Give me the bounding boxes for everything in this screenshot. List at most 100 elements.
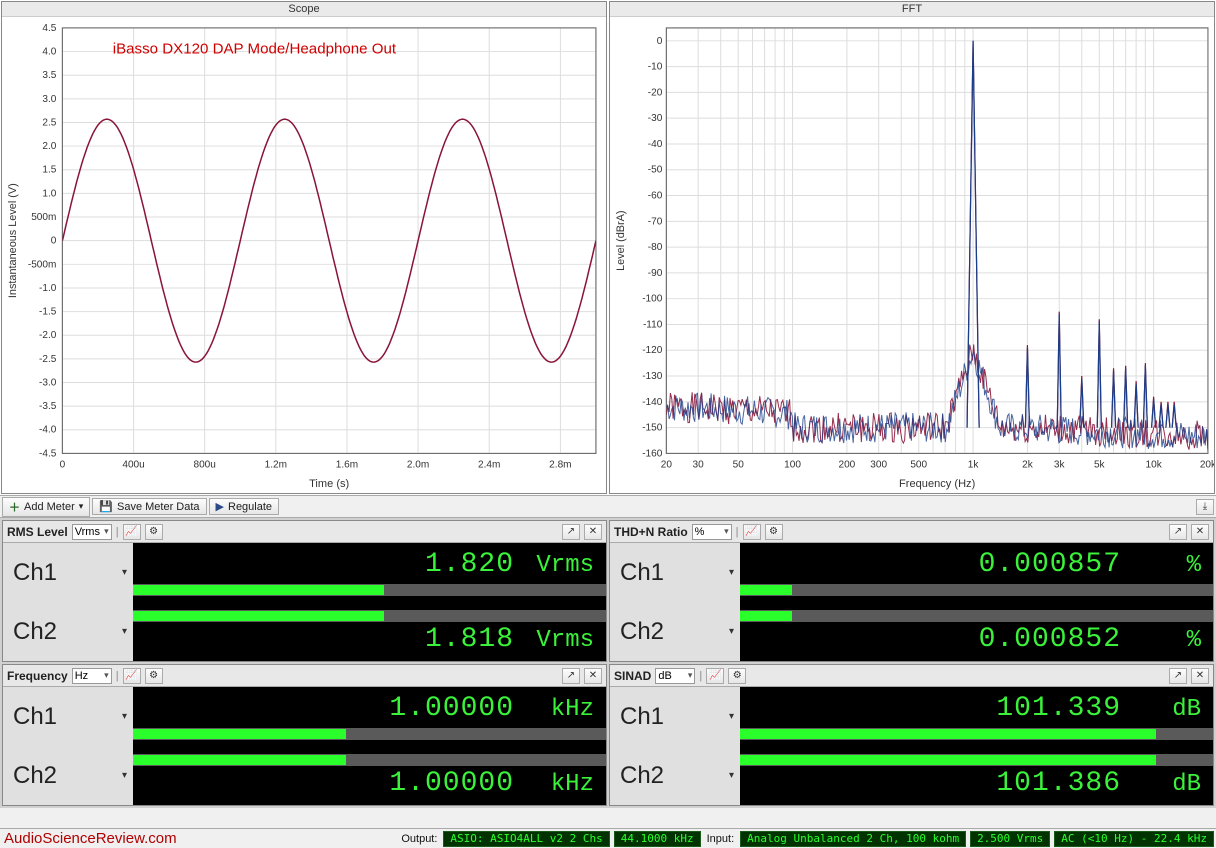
separator-icon: | <box>116 526 119 538</box>
input-level[interactable]: 2.500 Vrms <box>970 831 1050 847</box>
separator-icon: | <box>116 670 119 682</box>
chevron-down-icon[interactable]: ▾ <box>122 711 127 722</box>
level-bar <box>740 584 1213 596</box>
readout-unit: dB <box>1137 771 1201 798</box>
unit-select[interactable]: % <box>692 524 732 540</box>
graph-icon[interactable]: 📈 <box>706 668 724 684</box>
chevron-down-icon[interactable]: ▾ <box>729 626 734 637</box>
svg-text:-70: -70 <box>648 216 663 227</box>
output-rate[interactable]: 44.1000 kHz <box>614 831 701 847</box>
status-bar: AudioScienceReview.com Output: ASIO: ASI… <box>0 828 1216 848</box>
channel-label: Ch2▾ <box>3 746 133 805</box>
readout-value: 1.818 <box>425 624 514 655</box>
svg-text:20k: 20k <box>1200 459 1214 470</box>
svg-text:200: 200 <box>839 459 856 470</box>
graph-icon[interactable]: 📈 <box>743 524 761 540</box>
scope-chart[interactable]: -4.5-4.0-3.5-3.0-2.5-2.0-1.5-1.0-500m050… <box>2 20 606 493</box>
svg-text:3k: 3k <box>1054 459 1065 470</box>
svg-text:-1.0: -1.0 <box>39 283 57 294</box>
unit-select[interactable]: dB <box>655 668 695 684</box>
regulate-button[interactable]: ▶Regulate <box>209 498 280 515</box>
frequency-meter: Frequency Hz | 📈 ⚙ ↗ ✕ Ch1▾ 1.00000kHz C… <box>2 664 607 806</box>
chevron-down-icon[interactable]: ▾ <box>122 770 127 781</box>
popout-icon[interactable]: ↗ <box>1169 668 1187 684</box>
input-device[interactable]: Analog Unbalanced 2 Ch, 100 kohm <box>740 831 966 847</box>
output-device[interactable]: ASIO: ASIO4ALL v2 2 Chs <box>443 831 609 847</box>
fft-title: FFT <box>610 2 1214 17</box>
svg-text:-60: -60 <box>648 191 663 202</box>
svg-text:-3.5: -3.5 <box>39 401 57 412</box>
svg-text:-130: -130 <box>642 371 663 382</box>
save-icon: 💾 <box>99 500 113 513</box>
svg-text:Frequency (Hz): Frequency (Hz) <box>899 478 975 490</box>
svg-text:-150: -150 <box>642 423 663 434</box>
svg-text:-90: -90 <box>648 268 663 279</box>
close-icon[interactable]: ✕ <box>584 524 602 540</box>
meter-toolbar: ＋Add Meter ▾ 💾Save Meter Data ▶Regulate … <box>0 496 1216 518</box>
plus-icon: ＋ <box>9 499 20 515</box>
annotation-text: iBasso DX120 DAP Mode/Headphone Out <box>113 41 397 58</box>
gear-icon[interactable]: ⚙ <box>145 668 163 684</box>
chevron-down-icon[interactable]: ▾ <box>122 626 127 637</box>
close-icon[interactable]: ✕ <box>584 668 602 684</box>
separator-icon: | <box>736 526 739 538</box>
svg-text:2.0: 2.0 <box>42 141 56 152</box>
channel-label: Ch2▾ <box>610 602 740 661</box>
readout-value: 1.820 <box>425 549 514 580</box>
chevron-down-icon[interactable]: ▾ <box>122 567 127 578</box>
svg-text:300: 300 <box>870 459 887 470</box>
chevron-down-icon[interactable]: ▾ <box>729 770 734 781</box>
unit-select[interactable]: Hz <box>72 668 112 684</box>
svg-text:3.0: 3.0 <box>42 94 56 105</box>
readout-value: 101.386 <box>996 768 1121 799</box>
gear-icon[interactable]: ⚙ <box>765 524 783 540</box>
gear-icon[interactable]: ⚙ <box>728 668 746 684</box>
svg-text:Level (dBrA): Level (dBrA) <box>615 210 627 270</box>
separator-icon: | <box>699 670 702 682</box>
popout-icon[interactable]: ↗ <box>562 524 580 540</box>
svg-text:-2.0: -2.0 <box>39 330 57 341</box>
readout-value: 0.000852 <box>979 624 1121 655</box>
unit-select[interactable]: Vrms <box>72 524 112 540</box>
input-coupling[interactable]: AC (<10 Hz) - 22.4 kHz <box>1054 831 1214 847</box>
readout-unit: % <box>1137 627 1201 654</box>
svg-text:1k: 1k <box>968 459 979 470</box>
save-meter-data-button[interactable]: 💾Save Meter Data <box>92 498 206 515</box>
svg-text:0: 0 <box>60 459 66 470</box>
level-bar <box>740 610 1213 622</box>
svg-text:-80: -80 <box>648 242 663 253</box>
channel-label: Ch1▾ <box>610 543 740 602</box>
svg-text:500m: 500m <box>31 212 56 223</box>
svg-text:500: 500 <box>910 459 927 470</box>
svg-text:-20: -20 <box>648 87 663 98</box>
chevron-down-icon[interactable]: ▾ <box>729 567 734 578</box>
add-meter-button[interactable]: ＋Add Meter ▾ <box>2 497 90 517</box>
svg-text:Instantaneous Level (V): Instantaneous Level (V) <box>7 183 19 298</box>
sinad-meter: SINAD dB | 📈 ⚙ ↗ ✕ Ch1▾ 101.339dB Ch2▾ 1 <box>609 664 1214 806</box>
fft-chart[interactable]: -160-150-140-130-120-110-100-90-80-70-60… <box>610 20 1214 493</box>
close-icon[interactable]: ✕ <box>1191 668 1209 684</box>
rms-level-meter: RMS Level Vrms | 📈 ⚙ ↗ ✕ Ch1▾ 1.820Vrms … <box>2 520 607 662</box>
gear-icon[interactable]: ⚙ <box>145 524 163 540</box>
chevron-down-icon[interactable]: ▾ <box>729 711 734 722</box>
close-icon[interactable]: ✕ <box>1191 524 1209 540</box>
channel-label: Ch2▾ <box>3 602 133 661</box>
meter-title: THD+N Ratio <box>614 525 688 539</box>
channel-label: Ch1▾ <box>3 543 133 602</box>
svg-text:-4.5: -4.5 <box>39 448 57 459</box>
graph-icon[interactable]: 📈 <box>123 668 141 684</box>
svg-text:-160: -160 <box>642 448 663 459</box>
svg-text:-100: -100 <box>642 294 663 305</box>
svg-text:0: 0 <box>51 236 57 247</box>
svg-text:-140: -140 <box>642 397 663 408</box>
collapse-icon[interactable]: ⤓ <box>1196 499 1214 515</box>
popout-icon[interactable]: ↗ <box>562 668 580 684</box>
readout-value: 101.339 <box>996 693 1121 724</box>
graph-icon[interactable]: 📈 <box>123 524 141 540</box>
fft-panel: FFT -160-150-140-130-120-110-100-90-80-7… <box>609 1 1215 494</box>
svg-text:-50: -50 <box>648 165 663 176</box>
popout-icon[interactable]: ↗ <box>1169 524 1187 540</box>
level-bar <box>133 754 606 766</box>
readout-unit: dB <box>1137 696 1201 723</box>
svg-text:30: 30 <box>693 459 705 470</box>
